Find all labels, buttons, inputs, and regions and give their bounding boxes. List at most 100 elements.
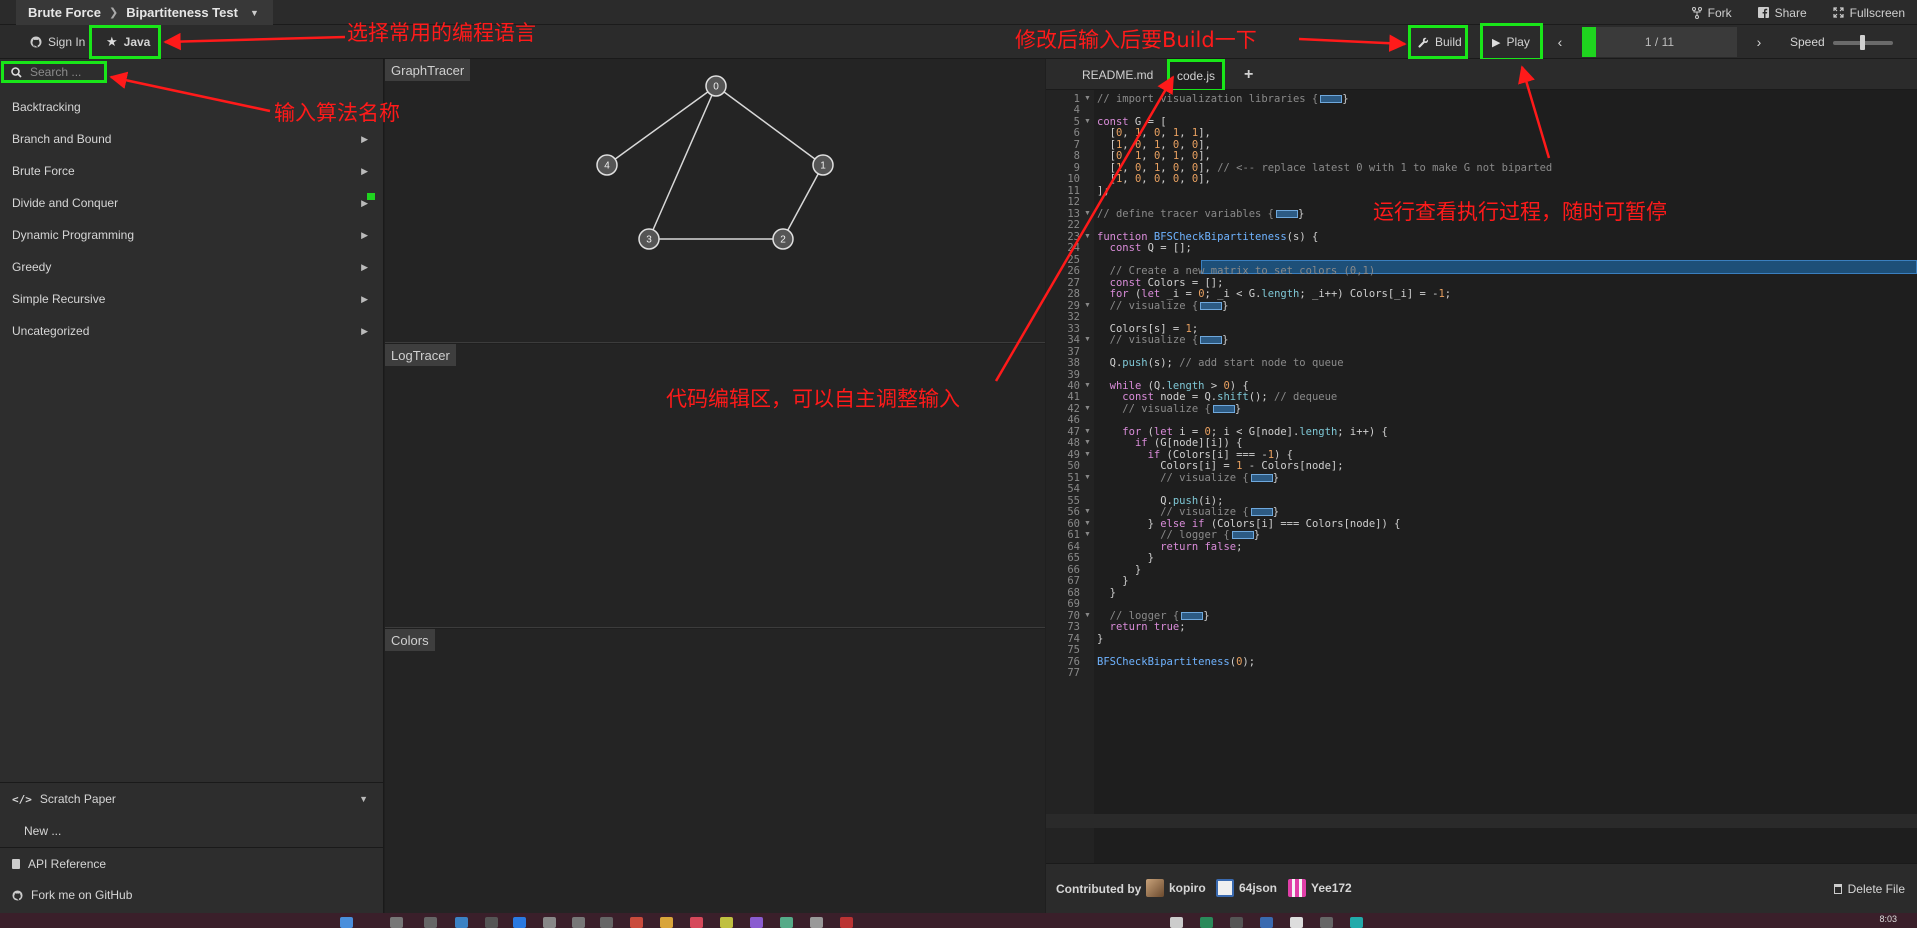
contributed-by-label: Contributed by — [1056, 882, 1142, 896]
code-line[interactable]: // define tracer variables {} — [1097, 207, 1304, 221]
code-line[interactable]: // import visualization libraries {} — [1097, 92, 1349, 106]
tab-code-js[interactable]: code.js — [1167, 59, 1226, 92]
code-line[interactable]: ]; — [1097, 184, 1110, 198]
code-icon: </> — [12, 792, 32, 806]
fork-github-link[interactable]: Fork me on GitHub — [0, 879, 384, 911]
contributor-kopiro[interactable]: kopiro — [1146, 877, 1206, 899]
search-input[interactable]: Search ... — [1, 61, 107, 83]
fullscreen-button[interactable]: Fullscreen — [1833, 6, 1905, 20]
api-reference-link[interactable]: API Reference — [0, 847, 384, 879]
colors-pane: Colors — [385, 629, 1045, 913]
step-progress-bar[interactable]: 1 / 11 — [1582, 27, 1737, 57]
tab-readme[interactable]: README.md — [1072, 59, 1163, 90]
code-line[interactable]: // visualize {} — [1097, 402, 1241, 416]
caret-down-icon[interactable]: ▼ — [250, 8, 259, 18]
add-tab-button[interactable]: + — [1234, 59, 1263, 90]
taskbar-app-icon[interactable] — [543, 917, 556, 928]
share-label: Share — [1774, 5, 1807, 20]
contributor-64json[interactable]: 64json — [1216, 877, 1277, 899]
sidebar-item-label: Uncategorized — [12, 324, 90, 338]
sidebar-item-branch-and-bound[interactable]: Branch and Bound ▶ — [0, 123, 384, 155]
sidebar-item-dynamic-programming[interactable]: Dynamic Programming ▶ — [0, 219, 384, 251]
taskbar-app-icon[interactable] — [1200, 917, 1213, 928]
taskbar-app-icon[interactable] — [1350, 917, 1363, 928]
star-icon: ★ — [106, 34, 118, 49]
scratch-paper-toggle[interactable]: </> Scratch Paper ▼ — [0, 783, 384, 815]
new-scratch-button[interactable]: New ... — [0, 815, 384, 847]
taskbar-app-icon[interactable] — [630, 917, 643, 928]
taskbar-app-icon[interactable] — [660, 917, 673, 928]
contributor-name: Yee172 — [1311, 881, 1352, 895]
current-line-highlight — [1046, 814, 1917, 828]
graph-edge — [648, 85, 717, 240]
fold-toggle-icon[interactable]: ▼ — [1084, 115, 1091, 129]
taskbar-app-icon[interactable] — [513, 917, 526, 928]
taskbar-app-icon[interactable] — [810, 917, 823, 928]
fold-toggle-icon[interactable]: ▼ — [1084, 207, 1091, 221]
taskbar-app-icon[interactable] — [720, 917, 733, 928]
code-line[interactable]: return true; — [1097, 620, 1186, 634]
taskbar-app-icon[interactable] — [455, 917, 468, 928]
caret-down-icon: ▼ — [359, 794, 368, 804]
code-line[interactable]: const Q = []; — [1097, 241, 1192, 255]
play-button[interactable]: ▶ Play — [1480, 23, 1543, 61]
taskbar-app-icon[interactable] — [690, 917, 703, 928]
language-button[interactable]: ★ Java — [89, 25, 161, 59]
speed-slider-thumb[interactable] — [1860, 35, 1865, 50]
code-line[interactable]: // visualize {} — [1097, 299, 1229, 313]
prev-step-button[interactable]: ‹ — [1553, 25, 1567, 59]
next-step-button[interactable]: › — [1752, 25, 1766, 59]
breadcrumb-parent[interactable]: Brute Force — [28, 5, 101, 20]
sidebar-item-uncategorized[interactable]: Uncategorized ▶ — [0, 315, 384, 347]
sidebar-item-simple-recursive[interactable]: Simple Recursive ▶ — [0, 283, 384, 315]
taskbar-app-icon[interactable] — [424, 917, 437, 928]
build-button[interactable]: Build — [1408, 25, 1468, 59]
taskbar-app-icon[interactable] — [485, 917, 498, 928]
sign-in-button[interactable]: Sign In — [30, 25, 85, 59]
fold-toggle-icon[interactable]: ▼ — [1084, 379, 1091, 393]
fold-toggle-icon[interactable]: ▼ — [1084, 230, 1091, 244]
share-button[interactable]: Share — [1757, 5, 1807, 20]
taskbar-app-icon[interactable] — [840, 917, 853, 928]
facebook-icon — [1757, 7, 1769, 18]
taskbar-app-icon[interactable] — [1320, 917, 1333, 928]
windows-icon[interactable] — [340, 917, 353, 928]
code-line[interactable]: } — [1097, 632, 1103, 646]
fold-toggle-icon[interactable]: ▼ — [1084, 299, 1091, 313]
code-line[interactable]: // visualize {} — [1097, 471, 1279, 485]
taskbar-app-icon[interactable] — [780, 917, 793, 928]
code-editor-panel: README.md code.js + 1 ▼// import visualiz… — [1046, 59, 1917, 913]
taskbar-app-icon[interactable] — [1260, 917, 1273, 928]
taskbar-app-icon[interactable] — [1230, 917, 1243, 928]
taskbar-app-icon[interactable] — [390, 917, 403, 928]
taskbar-app-icon[interactable] — [750, 917, 763, 928]
sidebar-item-greedy[interactable]: Greedy ▶ — [0, 251, 384, 283]
delete-file-button[interactable]: Delete File — [1833, 882, 1905, 896]
taskbar-app-icon[interactable] — [572, 917, 585, 928]
taskbar-app-icon[interactable] — [1170, 917, 1183, 928]
fold-toggle-icon[interactable]: ▼ — [1084, 92, 1091, 106]
fold-toggle-icon[interactable]: ▼ — [1084, 448, 1091, 462]
caret-right-icon: ▶ — [361, 325, 368, 336]
sidebar-item-brute-force[interactable]: Brute Force ▶ — [0, 155, 384, 187]
fork-button[interactable]: Fork — [1691, 6, 1732, 20]
code-line[interactable]: [1, 0, 0, 0, 0], — [1097, 172, 1211, 186]
fold-toggle-icon[interactable]: ▼ — [1084, 471, 1091, 485]
code-line[interactable]: // visualize {} — [1097, 333, 1229, 347]
taskbar-app-icon[interactable] — [1290, 917, 1303, 928]
code-line[interactable]: Q.push(s); // add start node to queue — [1097, 356, 1344, 370]
caret-right-icon: ▶ — [361, 133, 368, 144]
fold-toggle-icon[interactable]: ▼ — [1084, 609, 1091, 623]
fold-toggle-icon[interactable]: ▼ — [1084, 333, 1091, 347]
taskbar-app-icon[interactable] — [600, 917, 613, 928]
breadcrumb-current[interactable]: Bipartiteness Test — [126, 5, 238, 20]
fold-toggle-icon[interactable]: ▼ — [1084, 402, 1091, 416]
annotation-editor: 代码编辑区，可以自主调整输入 — [666, 387, 960, 411]
fold-toggle-icon[interactable]: ▼ — [1084, 528, 1091, 542]
code-line[interactable]: BFSCheckBipartiteness(0); — [1097, 655, 1255, 669]
avatar — [1216, 879, 1234, 897]
code-line[interactable]: } — [1097, 586, 1116, 600]
contributor-yee172[interactable]: Yee172 — [1288, 877, 1352, 899]
sidebar-item-divide-and-conquer[interactable]: Divide and Conquer ▶ — [0, 187, 384, 219]
annotation-search: 输入算法名称 — [274, 101, 400, 125]
